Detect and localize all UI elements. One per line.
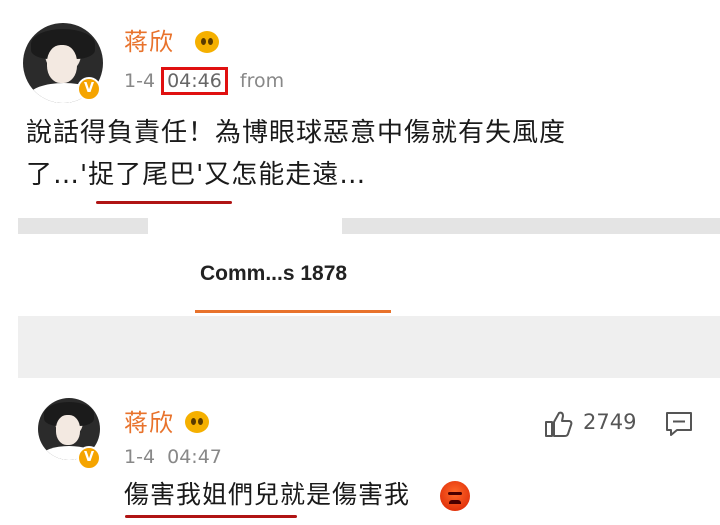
post-time-highlight: 04:46 [161, 67, 228, 95]
post-text-line2: 了…'捉了尾巴'又怎能走遠… [26, 160, 367, 190]
post-username[interactable]: 蒋欣 [124, 22, 174, 57]
post-meta: 1-4 04:46 from [124, 67, 285, 95]
like-count: 2749 [583, 410, 637, 434]
comment-icon[interactable] [664, 409, 694, 439]
verified-badge-icon: V [77, 77, 101, 101]
emoji-badge-icon [195, 31, 219, 53]
section-divider [18, 316, 720, 378]
post-date: 1-4 [124, 70, 156, 92]
angry-emoji-icon [440, 481, 470, 511]
like-thumb-icon[interactable] [543, 409, 573, 439]
comment-username[interactable]: 蒋欣 [124, 403, 174, 438]
comment-emoji-badge-icon [185, 411, 209, 433]
separator-left [18, 218, 148, 234]
weibo-post: V 蒋欣 1-4 04:46 from 說話得負責任！為博眼球惡意中傷就有失風度… [0, 0, 720, 215]
post-text-line1: 說話得負責任！為博眼球惡意中傷就有失風度 [26, 118, 567, 148]
comment-text-underline [125, 515, 297, 518]
post-from-label: from [239, 70, 285, 92]
separator-right [342, 218, 720, 234]
comment-date-time: 1-4 04:47 [124, 446, 222, 468]
post-text-underline [96, 201, 232, 204]
comment-verified-badge-icon: V [77, 446, 101, 470]
comments-tab-label[interactable]: Comm...s 1878 [200, 262, 347, 286]
comments-tab-indicator [195, 310, 391, 313]
comment-text: 傷害我姐們兒就是傷害我 [124, 480, 411, 509]
